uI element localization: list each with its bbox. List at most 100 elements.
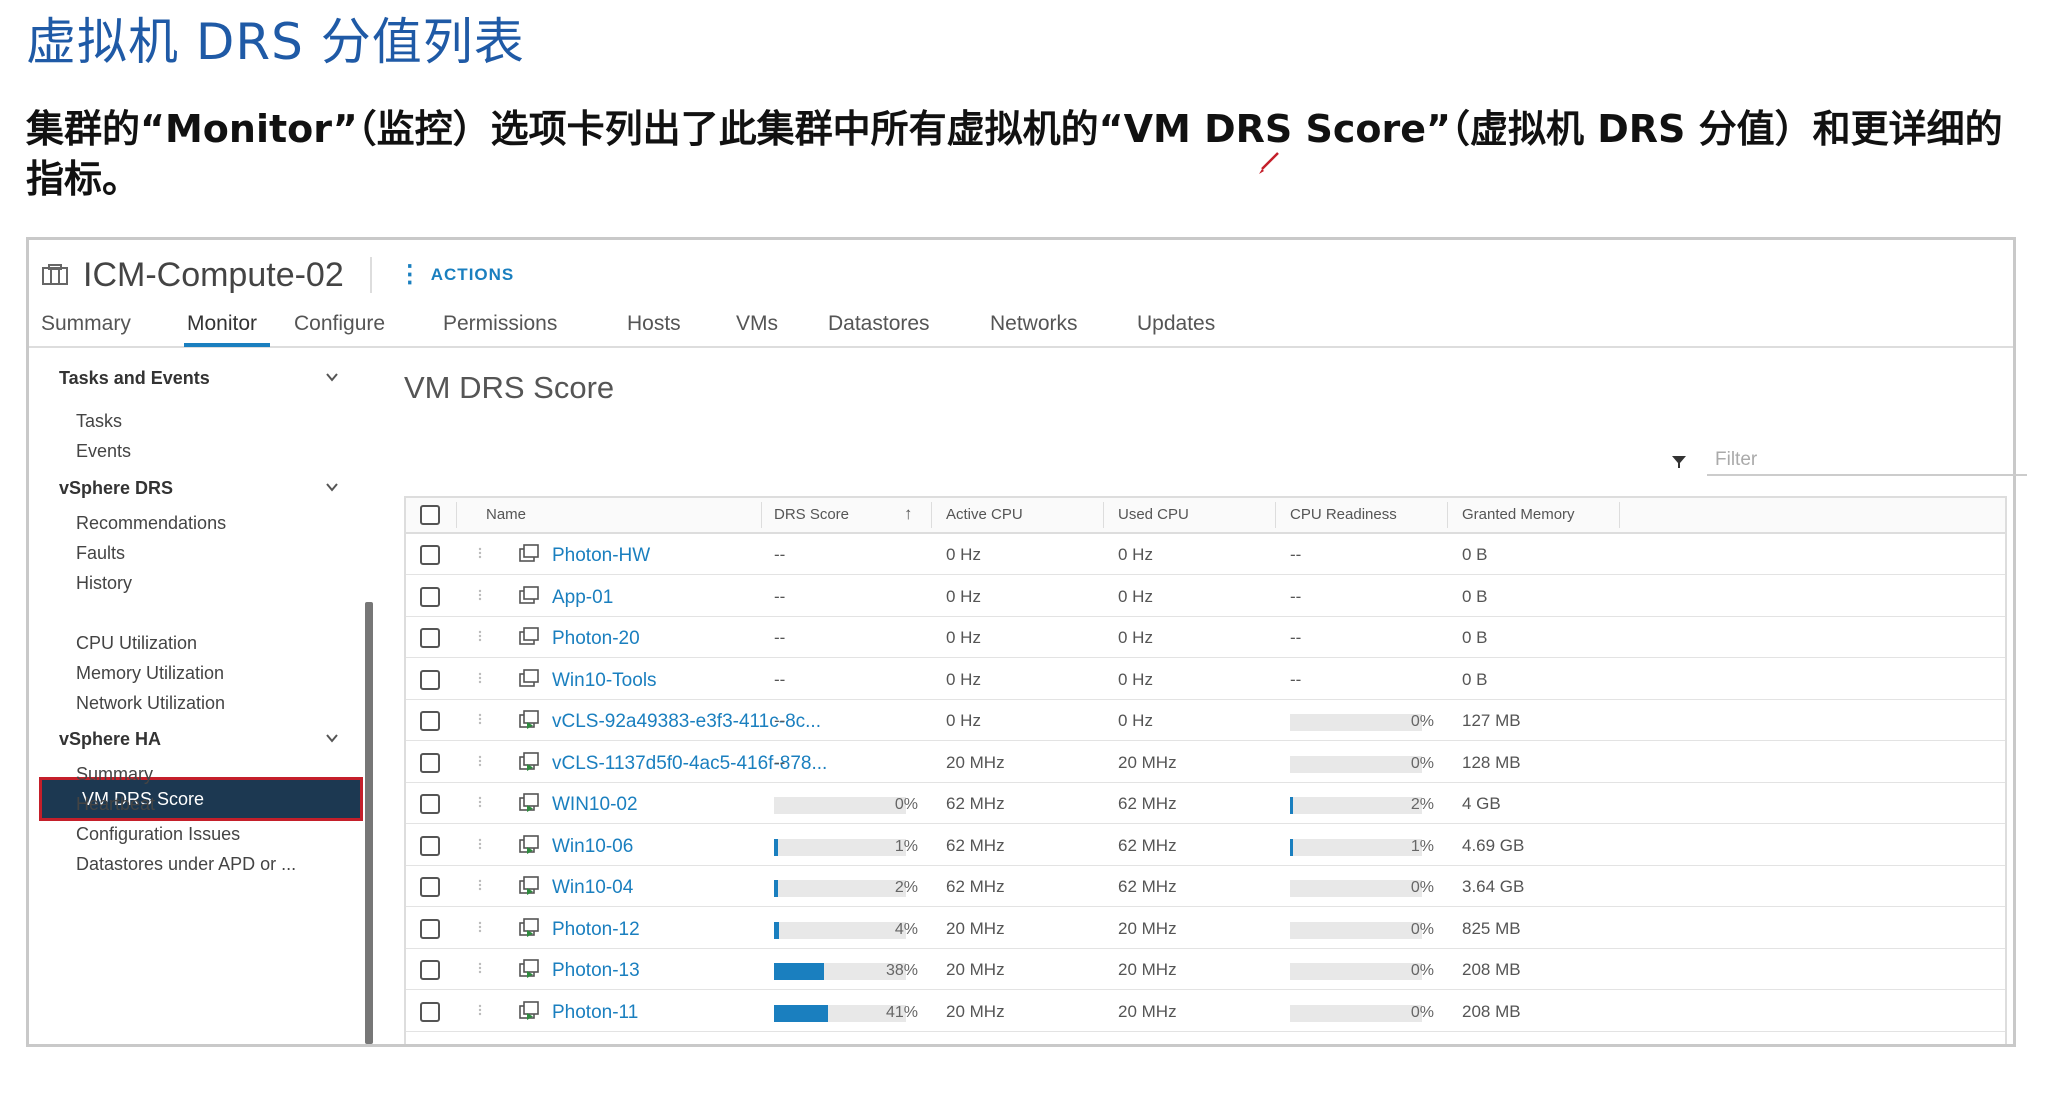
vm-running-icon (519, 710, 539, 729)
table-row[interactable]: Photon-20 -- 0 Hz 0 Hz -- 0 B (406, 617, 2005, 658)
drag-handle-icon[interactable] (478, 962, 482, 974)
vm-name-link[interactable]: Win10-04 (552, 877, 633, 899)
cpu-readiness-value: 0% (1410, 962, 1434, 979)
sidebar-item-memory-utilization[interactable]: Memory Utilization (76, 663, 224, 684)
table-row[interactable]: Photon-HW -- 0 Hz 0 Hz -- 0 B (406, 534, 2005, 575)
used-cpu-value: 20 MHz (1118, 752, 1177, 772)
sidebar-item-faults[interactable]: Faults (76, 543, 125, 564)
actions-menu-button[interactable]: ⋮ ACTIONS (398, 263, 515, 287)
column-divider (1447, 502, 1448, 528)
tab-networks[interactable]: Networks (990, 312, 1078, 336)
table-row[interactable]: Win10-Tools -- 0 Hz 0 Hz -- 0 B (406, 659, 2005, 700)
chevron-down-icon[interactable] (325, 480, 339, 494)
tab-updates[interactable]: Updates (1137, 312, 1215, 336)
row-checkbox[interactable] (420, 794, 440, 814)
row-checkbox[interactable] (420, 545, 440, 565)
sidebar-section-vsphere-ha[interactable]: vSphere HA (59, 729, 161, 750)
row-checkbox[interactable] (420, 628, 440, 648)
drag-handle-icon[interactable] (478, 838, 482, 850)
drs-score-bar-fill (774, 838, 778, 856)
sort-ascending-icon[interactable]: ↑ (904, 504, 913, 524)
sidebar-scrollbar[interactable] (365, 602, 373, 1044)
tab-vms[interactable]: VMs (736, 312, 778, 336)
sidebar-item-heartbeat[interactable]: Heartbeat (76, 794, 155, 815)
cpu-readiness-value: 1% (1410, 837, 1434, 855)
column-divider (931, 502, 932, 528)
vm-name-link[interactable]: Win10-Tools (552, 670, 657, 692)
active-cpu-value: 0 Hz (946, 545, 981, 564)
row-checkbox[interactable] (420, 960, 440, 980)
chevron-down-icon[interactable] (325, 370, 339, 384)
column-header-active-cpu[interactable]: Active CPU (946, 506, 1023, 523)
tab-summary[interactable]: Summary (41, 312, 131, 336)
sidebar-item-history[interactable]: History (76, 573, 132, 594)
vm-name-link[interactable]: Win10-06 (552, 836, 633, 858)
table-row[interactable]: Photon-11 41% 20 MHz 20 MHz 0% 208 MB (406, 991, 2005, 1032)
row-checkbox[interactable] (420, 752, 440, 773)
grid-header: Name DRS Score ↑ Active CPU Used CPU CPU… (406, 498, 2005, 534)
vm-name-link[interactable]: Photon-HW (552, 545, 650, 567)
drag-handle-icon[interactable] (478, 1004, 482, 1016)
granted-memory-value: 208 MB (1462, 1001, 1521, 1021)
drag-handle-icon[interactable] (478, 672, 482, 684)
column-header-name[interactable]: Name (486, 506, 526, 523)
drag-handle-icon[interactable] (478, 755, 482, 767)
column-header-granted-memory[interactable]: Granted Memory (1462, 506, 1575, 523)
table-row[interactable]: Win10-06 1% 62 MHz 62 MHz 1% 4.69 GB (406, 825, 2005, 866)
vm-name-link[interactable]: Photon-13 (552, 960, 640, 982)
drag-handle-icon[interactable] (478, 796, 482, 808)
column-header-drs-score[interactable]: DRS Score (774, 506, 849, 523)
row-checkbox[interactable] (420, 669, 440, 690)
row-checkbox[interactable] (420, 586, 440, 607)
vm-name-link[interactable]: Photon-20 (552, 628, 640, 650)
sidebar-item-configuration-issues[interactable]: Configuration Issues (76, 824, 240, 845)
select-all-checkbox[interactable] (420, 505, 440, 525)
drag-handle-icon[interactable] (478, 879, 482, 891)
vm-name-link[interactable]: Photon-11 (552, 1002, 638, 1024)
table-row[interactable]: vCLS-92a49383-e3f3-411c-8c... -- 0 Hz 0 Hz 0… (406, 700, 2005, 741)
table-row[interactable]: Photon-13 38% 20 MHz 20 MHz 0% 208 MB (406, 949, 2005, 990)
row-checkbox[interactable] (420, 877, 440, 897)
active-cpu-value: 20 MHz (946, 1001, 1005, 1021)
vm-name-link[interactable]: App-01 (552, 587, 613, 609)
sidebar-item-recommendations[interactable]: Recommendations (76, 513, 226, 534)
drag-handle-icon[interactable] (478, 589, 482, 601)
sidebar-section-tasks-events[interactable]: Tasks and Events (59, 368, 210, 389)
tab-datastores[interactable]: Datastores (828, 312, 930, 336)
row-checkbox[interactable] (420, 1001, 440, 1022)
drag-handle-icon[interactable] (478, 547, 482, 559)
cpu-readiness-value: 0% (1410, 754, 1434, 772)
drag-handle-icon[interactable] (478, 713, 482, 725)
drs-score-value: -- (774, 628, 786, 647)
column-header-used-cpu[interactable]: Used CPU (1118, 506, 1189, 523)
sidebar-item-cpu-utilization[interactable]: CPU Utilization (76, 633, 197, 654)
sidebar-section-vsphere-drs[interactable]: vSphere DRS (59, 478, 173, 499)
sidebar-item-ha-summary[interactable]: Summary (76, 764, 153, 785)
tab-configure[interactable]: Configure (294, 312, 385, 336)
vm-name-link[interactable]: WIN10-02 (552, 794, 638, 816)
row-checkbox[interactable] (420, 711, 440, 731)
vm-name-link[interactable]: vCLS-1137d5f0-4ac5-416f-878... (552, 753, 827, 775)
table-row[interactable]: App-01 -- 0 Hz 0 Hz -- 0 B (406, 576, 2005, 617)
table-row[interactable]: Photon-12 4% 20 MHz 20 MHz 0% 825 MB (406, 908, 2005, 949)
filter-input[interactable] (1707, 446, 2027, 476)
vm-running-icon (519, 876, 539, 895)
tab-hosts[interactable]: Hosts (627, 312, 681, 336)
sidebar-item-network-utilization[interactable]: Network Utilization (76, 693, 225, 714)
column-header-cpu-readiness[interactable]: CPU Readiness (1290, 506, 1397, 523)
table-row[interactable]: Win10-04 2% 62 MHz 62 MHz 0% 3.64 GB (406, 866, 2005, 907)
table-row[interactable]: WIN10-02 0% 62 MHz 62 MHz 2% 4 GB (406, 783, 2005, 824)
sidebar-item-tasks[interactable]: Tasks (76, 411, 122, 432)
table-row[interactable]: vCLS-1137d5f0-4ac5-416f-878... -- 20 MHz 20… (406, 742, 2005, 783)
tab-monitor[interactable]: Monitor (187, 312, 257, 336)
row-checkbox[interactable] (420, 918, 440, 939)
active-cpu-value: 0 Hz (946, 586, 981, 606)
tab-permissions[interactable]: Permissions (443, 312, 557, 336)
sidebar-item-datastores-apd[interactable]: Datastores under APD or ... (76, 854, 296, 875)
row-checkbox[interactable] (420, 835, 440, 856)
drag-handle-icon[interactable] (478, 921, 482, 933)
chevron-down-icon[interactable] (325, 731, 339, 745)
sidebar-item-events[interactable]: Events (76, 441, 131, 462)
vm-name-link[interactable]: Photon-12 (552, 919, 640, 941)
drag-handle-icon[interactable] (478, 630, 482, 642)
